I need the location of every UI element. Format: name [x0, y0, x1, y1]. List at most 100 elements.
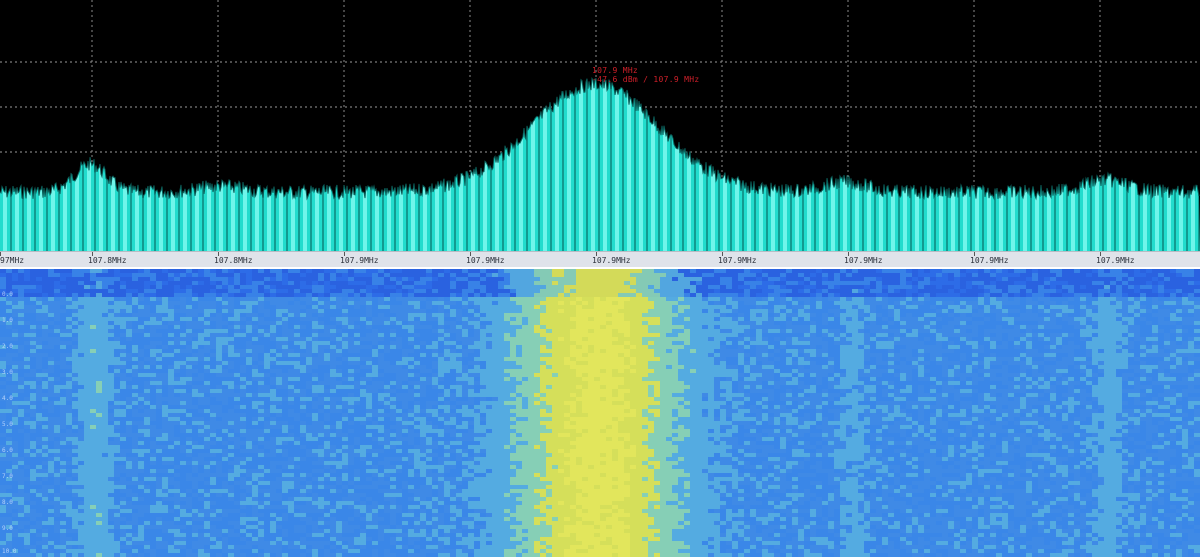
waterfall-display[interactable]: 0.0 1.0 2.0 3.0 4.0 5.0 6.0 7.0 8.0 9.0 …: [0, 269, 1200, 557]
waterfall-cell: [546, 269, 552, 273]
waterfall-cell: [354, 353, 360, 357]
waterfall-cell: [468, 321, 474, 325]
waterfall-cell: [528, 333, 534, 337]
waterfall-cell: [300, 405, 306, 409]
waterfall-cell: [60, 389, 66, 393]
waterfall-cell: [270, 305, 276, 309]
waterfall-cell: [528, 349, 534, 353]
waterfall-cell: [180, 457, 186, 461]
waterfall-cell: [258, 329, 264, 333]
waterfall-cell: [156, 417, 162, 421]
waterfall-cell: [402, 477, 408, 481]
waterfall-cell: [552, 365, 558, 369]
waterfall-cell: [264, 377, 270, 381]
waterfall-cell: [114, 341, 120, 345]
waterfall-cell: [540, 309, 546, 313]
waterfall-cell: [372, 525, 378, 529]
waterfall-cell: [420, 289, 426, 293]
waterfall-cell: [156, 465, 162, 469]
waterfall-cell: [90, 493, 96, 497]
waterfall-cell: [546, 477, 552, 481]
waterfall-cell: [564, 329, 570, 333]
waterfall-cell: [66, 513, 72, 517]
waterfall-cell: [492, 425, 498, 429]
waterfall-cell: [306, 269, 312, 273]
waterfall-cell: [66, 421, 72, 425]
waterfall-cell: [216, 297, 222, 301]
waterfall-cell: [48, 317, 54, 321]
waterfall-cell: [228, 369, 234, 373]
waterfall-cell: [378, 281, 384, 285]
waterfall-cell: [78, 369, 84, 373]
waterfall-cell: [174, 329, 180, 333]
waterfall-cell: [504, 473, 510, 477]
waterfall-cell: [402, 333, 408, 337]
waterfall-cell: [420, 425, 426, 429]
waterfall-cell: [432, 517, 438, 521]
waterfall-cell: [576, 301, 582, 305]
waterfall-cell: [330, 429, 336, 433]
waterfall-cell: [486, 397, 492, 401]
waterfall-cell: [90, 313, 96, 317]
waterfall-cell: [246, 401, 252, 405]
waterfall-cell: [84, 373, 90, 377]
waterfall-cell: [300, 453, 306, 457]
waterfall-cell: [516, 297, 522, 301]
waterfall-cell: [96, 297, 102, 301]
waterfall-cell: [180, 293, 186, 297]
waterfall-cell: [228, 453, 234, 457]
waterfall-cell: [30, 377, 36, 381]
waterfall-cell: [534, 481, 540, 485]
waterfall-cell: [168, 441, 174, 445]
waterfall-cell: [456, 525, 462, 529]
waterfall-cell: [516, 497, 522, 501]
waterfall-cell: [558, 437, 564, 441]
waterfall-cell: [300, 449, 306, 453]
waterfall-cell: [318, 309, 324, 313]
spectrum-plot[interactable]: 107.9 MHz -47.6 dBm / 107.9 MHz: [0, 0, 1200, 251]
waterfall-cell: [360, 417, 366, 421]
waterfall-cell: [228, 321, 234, 325]
waterfall-cell: [324, 445, 330, 449]
waterfall-cell: [294, 405, 300, 409]
waterfall-cell: [546, 473, 552, 477]
waterfall-cell: [30, 473, 36, 477]
waterfall-cell: [84, 421, 90, 425]
waterfall-cell: [360, 473, 366, 477]
waterfall-cell: [498, 505, 504, 509]
waterfall-cell: [408, 277, 414, 281]
waterfall-cell: [96, 381, 102, 385]
waterfall-cell: [108, 537, 114, 541]
waterfall-cell: [378, 497, 384, 501]
waterfall-cell: [228, 277, 234, 281]
waterfall-cell: [174, 517, 180, 521]
waterfall-cell: [120, 409, 126, 413]
waterfall-cell: [528, 449, 534, 453]
waterfall-cell: [576, 361, 582, 365]
waterfall-cell: [564, 549, 570, 553]
waterfall-cell: [138, 301, 144, 305]
waterfall-cell: [420, 317, 426, 321]
waterfall-cell: [24, 389, 30, 393]
waterfall-cell: [432, 481, 438, 485]
waterfall-cell: [396, 281, 402, 285]
waterfall-cell: [504, 477, 510, 481]
waterfall-cell: [114, 301, 120, 305]
waterfall-cell: [54, 401, 60, 405]
waterfall-cell: [504, 449, 510, 453]
waterfall-cell: [486, 421, 492, 425]
waterfall-cell: [504, 461, 510, 465]
waterfall-cell: [342, 409, 348, 413]
waterfall-cell: [420, 417, 426, 421]
waterfall-cell: [150, 465, 156, 469]
waterfall-cell: [576, 325, 582, 329]
waterfall-cell: [234, 309, 240, 313]
waterfall-cell: [30, 385, 36, 389]
waterfall-cell: [354, 281, 360, 285]
peak-marker-readout: 107.9 MHz -47.6 dBm / 107.9 MHz: [592, 66, 699, 84]
waterfall-cell: [42, 397, 48, 401]
waterfall-cell: [564, 337, 570, 341]
waterfall-cell: [102, 501, 108, 505]
waterfall-cell: [510, 353, 516, 357]
waterfall-cell: [162, 517, 168, 521]
